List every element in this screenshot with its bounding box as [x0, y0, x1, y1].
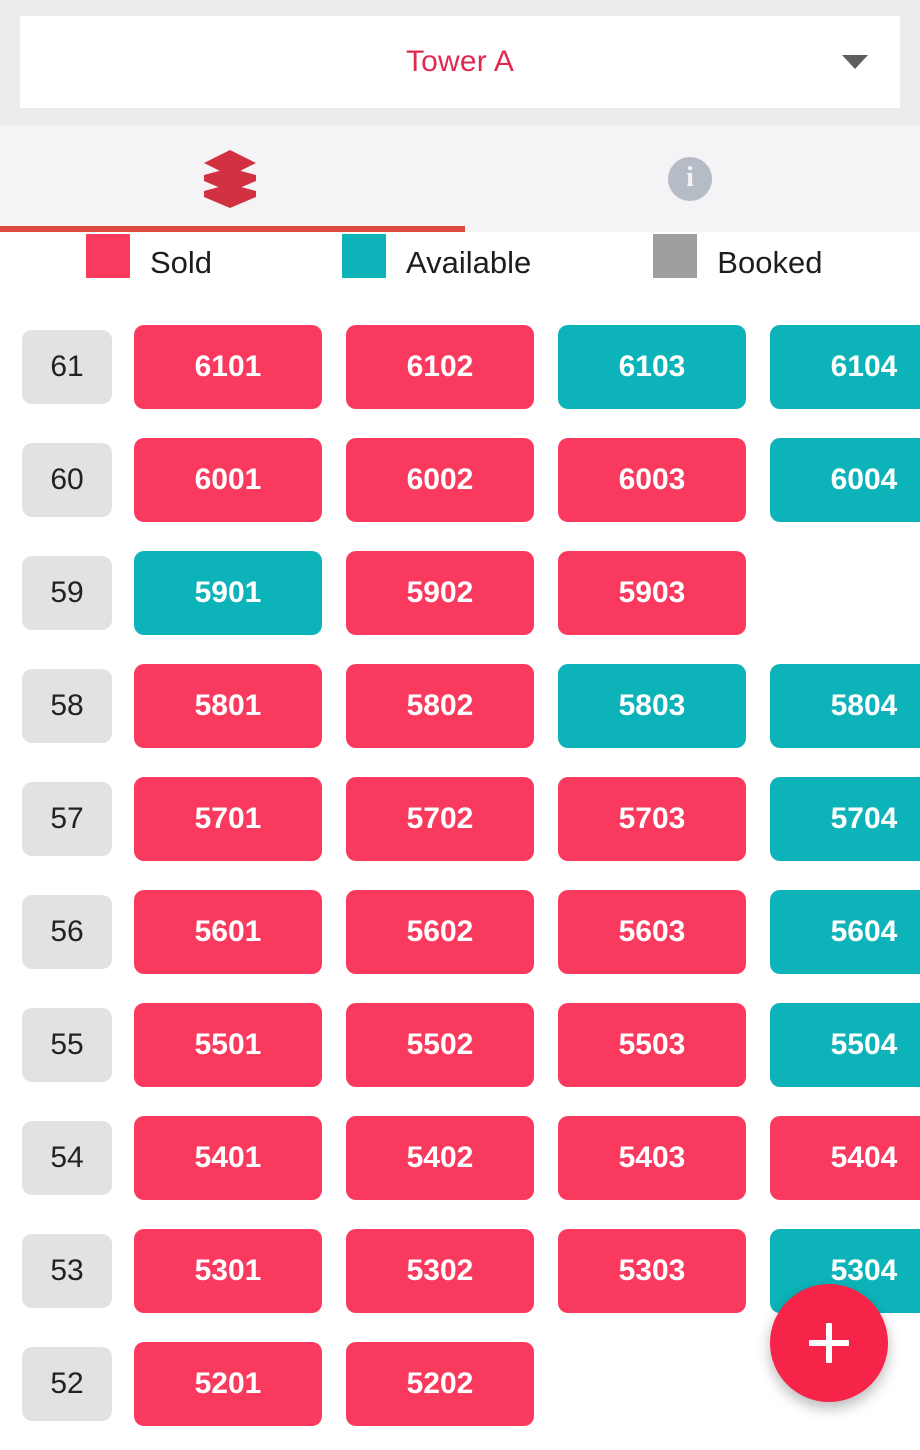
unit-cell[interactable]: 5401: [134, 1115, 322, 1200]
unit-cell[interactable]: 5903: [558, 550, 746, 635]
unit-cell[interactable]: 5201: [134, 1341, 322, 1426]
floor-label: 60: [22, 442, 112, 517]
unit-cell[interactable]: 5902: [346, 550, 534, 635]
floor-label: 57: [22, 781, 112, 856]
unit-cell[interactable]: 6101: [134, 324, 322, 409]
floor-row: 60 6001 6002 6003 6004: [0, 423, 920, 536]
unit-grid[interactable]: 61 6101 6102 6103 6104 60 6001 6002 6003 6004 59 59…: [0, 294, 920, 1450]
floor-row: 58 5801 5802 5803 5804: [0, 649, 920, 762]
info-icon: i: [668, 157, 712, 201]
floor-row: 59 5901 5902 5903: [0, 536, 920, 649]
floor-row: 54 5401 5402 5403 5404: [0, 1101, 920, 1214]
unit-cell[interactable]: 5302: [346, 1228, 534, 1313]
layers-icon: [202, 148, 258, 210]
chevron-down-icon[interactable]: [842, 55, 868, 69]
unit-cell[interactable]: 5402: [346, 1115, 534, 1200]
unit-cell[interactable]: 5502: [346, 1002, 534, 1087]
unit-cell[interactable]: 5703: [558, 776, 746, 861]
unit-cell[interactable]: 5803: [558, 663, 746, 748]
floor-row: 57 5701 5702 5703 5704: [0, 762, 920, 875]
floor-row: 55 5501 5502 5503 5504: [0, 988, 920, 1101]
unit-cell[interactable]: 5603: [558, 889, 746, 974]
floor-label: 56: [22, 894, 112, 969]
tab-active-indicator: [0, 226, 465, 232]
unit-cell[interactable]: 5403: [558, 1115, 746, 1200]
unit-cell[interactable]: 6102: [346, 324, 534, 409]
unit-cell[interactable]: 6001: [134, 437, 322, 522]
unit-cell[interactable]: 5301: [134, 1228, 322, 1313]
unit-cell[interactable]: 6002: [346, 437, 534, 522]
unit-cell[interactable]: 5702: [346, 776, 534, 861]
unit-cell[interactable]: 5802: [346, 663, 534, 748]
unit-cell[interactable]: 5202: [346, 1341, 534, 1426]
unit-cell[interactable]: 6004: [770, 437, 920, 522]
unit-cell[interactable]: 5701: [134, 776, 322, 861]
floor-label: 54: [22, 1120, 112, 1195]
unit-cell-empty: [770, 551, 920, 635]
legend-swatch-sold: [86, 234, 130, 278]
floor-label: 59: [22, 555, 112, 630]
legend-label-available: Available: [406, 245, 532, 280]
floor-label: 52: [22, 1346, 112, 1421]
floor-label: 53: [22, 1233, 112, 1308]
unit-cell[interactable]: 6104: [770, 324, 920, 409]
unit-cell[interactable]: 5602: [346, 889, 534, 974]
tower-select-value: Tower A: [405, 45, 515, 78]
unit-cell[interactable]: 5801: [134, 663, 322, 748]
tab-info[interactable]: i: [460, 126, 920, 232]
top-bar: Tower A: [0, 0, 920, 126]
unit-cell[interactable]: 5804: [770, 663, 920, 748]
floor-label: 61: [22, 329, 112, 404]
unit-cell[interactable]: 5704: [770, 776, 920, 861]
unit-cell[interactable]: 5303: [558, 1228, 746, 1313]
tower-select-dropdown[interactable]: Tower A: [20, 16, 900, 108]
legend-item-sold: Sold: [86, 234, 213, 281]
unit-cell[interactable]: 5504: [770, 1002, 920, 1087]
legend: Sold Available Booked: [0, 232, 920, 294]
tab-bar: i: [0, 126, 920, 232]
plus-icon: [807, 1321, 851, 1365]
unit-cell[interactable]: 6003: [558, 437, 746, 522]
legend-item-booked: Booked: [653, 234, 823, 281]
unit-cell[interactable]: 5501: [134, 1002, 322, 1087]
unit-cell[interactable]: 5601: [134, 889, 322, 974]
legend-label-booked: Booked: [717, 245, 823, 280]
unit-cell[interactable]: 5901: [134, 550, 322, 635]
floor-label: 58: [22, 668, 112, 743]
info-icon-glyph: i: [686, 162, 694, 193]
unit-cell[interactable]: 5503: [558, 1002, 746, 1087]
floor-row: 56 5601 5602 5603 5604: [0, 875, 920, 988]
floor-label: 55: [22, 1007, 112, 1082]
floor-row: 61 6101 6102 6103 6104: [0, 310, 920, 423]
legend-swatch-available: [342, 234, 387, 278]
tab-layers[interactable]: [0, 126, 460, 232]
unit-cell[interactable]: 5604: [770, 889, 920, 974]
legend-item-available: Available: [342, 234, 532, 281]
add-unit-fab[interactable]: [770, 1284, 888, 1402]
legend-swatch-booked: [653, 234, 698, 278]
legend-label-sold: Sold: [150, 245, 213, 280]
unit-cell[interactable]: 6103: [558, 324, 746, 409]
unit-cell[interactable]: 5404: [770, 1115, 920, 1200]
